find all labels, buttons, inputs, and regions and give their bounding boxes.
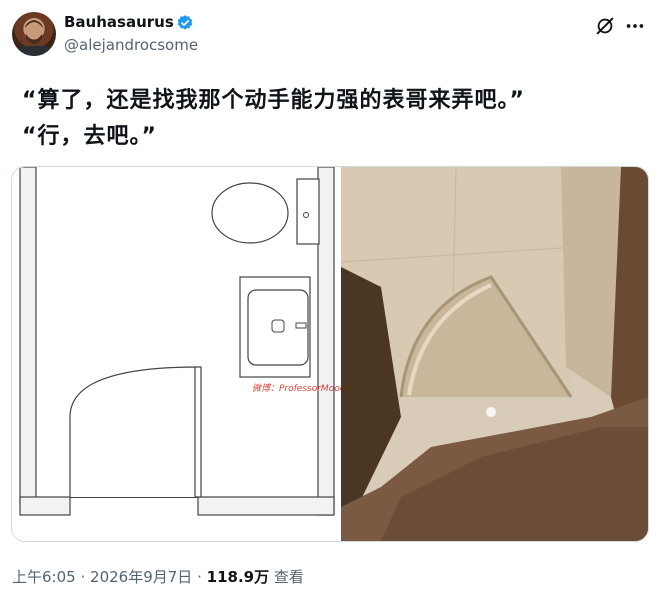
floor-plan-image[interactable] bbox=[12, 167, 335, 541]
author-name[interactable]: Bauhasaurus bbox=[64, 13, 174, 31]
grok-icon[interactable] bbox=[594, 15, 616, 41]
tweet-time[interactable]: 上午6:05 bbox=[12, 568, 76, 586]
media-grid[interactable]: 微博：ProfessorMoody bbox=[11, 166, 649, 542]
tweet-meta: 上午6:05 · 2026年9月7日 · 118.9万 查看 bbox=[12, 566, 304, 587]
tweet-date[interactable]: 2026年9月7日 bbox=[90, 568, 192, 586]
photo-image[interactable] bbox=[340, 167, 648, 541]
watermark: 微博：ProfessorMoody bbox=[252, 384, 351, 394]
more-options-icon[interactable] bbox=[624, 15, 646, 41]
view-count: 118.9万 bbox=[206, 568, 270, 586]
verified-badge-icon bbox=[176, 14, 194, 36]
separator-dot: · bbox=[197, 568, 202, 586]
separator-dot: · bbox=[80, 568, 86, 586]
author-handle[interactable]: @alejandrocsome bbox=[64, 36, 198, 54]
tweet-text: “算了，还是找我那个动手能力强的表哥来弄吧。” “行，去吧。” bbox=[22, 88, 525, 149]
avatar[interactable] bbox=[12, 12, 56, 56]
view-label: 查看 bbox=[273, 568, 304, 586]
